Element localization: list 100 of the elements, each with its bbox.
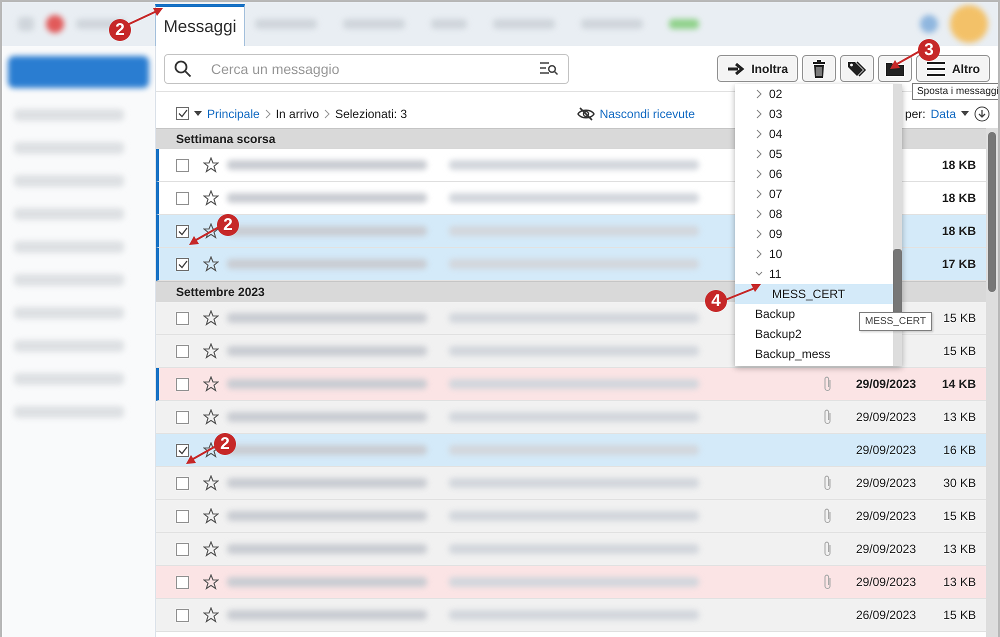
forward-button[interactable]: Inoltra bbox=[717, 55, 798, 82]
row-checkbox[interactable] bbox=[176, 258, 189, 270]
menu-icon bbox=[926, 62, 946, 76]
breadcrumb-text: In arrivo bbox=[276, 106, 320, 120]
folder-button[interactable] bbox=[878, 55, 912, 82]
row-checkbox[interactable] bbox=[176, 410, 189, 424]
row-checkbox[interactable] bbox=[176, 476, 189, 490]
star-icon[interactable] bbox=[203, 409, 219, 425]
folder-item[interactable]: Backup_mess bbox=[735, 344, 893, 364]
star-icon[interactable] bbox=[203, 223, 219, 239]
search-field[interactable]: Cerca un messaggio bbox=[164, 54, 569, 84]
chevron-icon[interactable] bbox=[755, 189, 763, 199]
folder-item[interactable]: 07 bbox=[735, 184, 893, 204]
trash-icon bbox=[812, 60, 826, 78]
folder-item[interactable]: MESS_CERT bbox=[735, 284, 893, 304]
folder-item[interactable]: 11 bbox=[735, 264, 893, 284]
caret-icon[interactable] bbox=[961, 111, 969, 116]
callout-badge: 2 bbox=[214, 433, 236, 455]
star-icon[interactable] bbox=[203, 607, 219, 623]
message-row[interactable]: 29/09/2023 13 KB bbox=[156, 401, 986, 434]
sort-label: per: bbox=[904, 106, 926, 120]
chevron-icon[interactable] bbox=[755, 129, 763, 139]
date-text: 26/09/2023 bbox=[854, 608, 916, 622]
message-row[interactable]: 29/09/2023 14 KB bbox=[156, 368, 986, 401]
message-row[interactable]: 29/09/2023 13 KB bbox=[156, 566, 986, 599]
tags-icon bbox=[847, 60, 867, 78]
chevron-icon[interactable] bbox=[755, 149, 763, 159]
date-text: 29/09/2023 bbox=[854, 410, 916, 424]
row-checkbox[interactable] bbox=[176, 192, 189, 204]
row-checkbox[interactable] bbox=[176, 378, 189, 390]
message-row[interactable]: 29/09/2023 13 KB bbox=[156, 533, 986, 566]
arrow-right-icon bbox=[727, 62, 746, 76]
chevron-icon[interactable] bbox=[755, 209, 763, 219]
star-icon[interactable] bbox=[203, 310, 219, 326]
size-text: 15 KB bbox=[942, 509, 976, 523]
row-checkbox[interactable] bbox=[176, 608, 189, 622]
breadcrumb-text: Selezionati: 3 bbox=[335, 106, 408, 120]
star-icon[interactable] bbox=[203, 256, 219, 272]
trash-button[interactable] bbox=[802, 55, 836, 82]
select-all-checkbox[interactable] bbox=[176, 107, 189, 120]
message-row[interactable]: 29/09/2023 15 KB bbox=[156, 500, 986, 533]
folder-item[interactable]: 03 bbox=[735, 104, 893, 124]
message-row[interactable]: 2 29/09/2023 16 KB bbox=[156, 434, 986, 467]
date-text: 29/09/2023 bbox=[854, 575, 916, 589]
star-icon[interactable] bbox=[203, 574, 219, 590]
breadcrumb-link[interactable]: Principale bbox=[207, 106, 260, 120]
tag-button[interactable] bbox=[840, 55, 874, 82]
star-icon[interactable] bbox=[203, 541, 219, 557]
size-text: 13 KB bbox=[942, 542, 976, 556]
blurred-menu-icon bbox=[18, 17, 34, 31]
messages-tab[interactable]: Messaggi bbox=[155, 4, 245, 46]
row-checkbox[interactable] bbox=[176, 444, 189, 456]
row-checkbox[interactable] bbox=[176, 158, 189, 172]
row-checkbox[interactable] bbox=[176, 576, 189, 588]
message-row[interactable]: 26/09/2023 15 KB bbox=[156, 599, 986, 632]
row-checkbox[interactable] bbox=[176, 312, 189, 324]
callout-badge: 2 bbox=[217, 214, 239, 236]
row-checkbox[interactable] bbox=[176, 224, 189, 238]
search-icon bbox=[174, 60, 192, 78]
blurred-badge bbox=[669, 19, 699, 29]
date-text: 29/09/2023 bbox=[854, 476, 916, 490]
chevron-icon[interactable] bbox=[755, 229, 763, 239]
size-text: 30 KB bbox=[942, 476, 976, 490]
star-icon[interactable] bbox=[203, 343, 219, 359]
chevron-icon[interactable] bbox=[755, 109, 763, 119]
caret-icon[interactable] bbox=[194, 111, 202, 116]
size-text: 15 KB bbox=[942, 344, 976, 358]
star-icon[interactable] bbox=[203, 508, 219, 524]
row-checkbox[interactable] bbox=[176, 510, 189, 522]
callout-badge: 2 bbox=[109, 19, 131, 41]
size-text: 14 KB bbox=[940, 377, 976, 391]
scrollbar[interactable] bbox=[986, 128, 998, 637]
star-icon[interactable] bbox=[203, 190, 219, 206]
folder-item[interactable]: 09 bbox=[735, 224, 893, 244]
size-text: 16 KB bbox=[942, 443, 976, 457]
hide-receipts-link[interactable]: Nascondi ricevute bbox=[600, 106, 695, 120]
sort-down-icon[interactable] bbox=[974, 106, 990, 122]
sort-field-link[interactable]: Data bbox=[930, 106, 956, 120]
menu-button[interactable]: Altro bbox=[916, 55, 990, 82]
star-icon[interactable] bbox=[203, 475, 219, 491]
chevron-icon[interactable] bbox=[755, 89, 763, 99]
size-text: 15 KB bbox=[942, 608, 976, 622]
star-icon[interactable] bbox=[203, 442, 219, 458]
chevron-icon[interactable] bbox=[755, 249, 763, 259]
date-text: 29/09/2023 bbox=[854, 377, 916, 391]
size-text: 18 KB bbox=[940, 191, 976, 205]
date-text: 29/09/2023 bbox=[854, 443, 916, 457]
avatar-circle bbox=[950, 5, 988, 43]
chevron-icon[interactable] bbox=[755, 169, 763, 179]
filter-search-icon[interactable] bbox=[539, 60, 559, 76]
chevron-icon bbox=[324, 108, 330, 118]
star-icon[interactable] bbox=[203, 376, 219, 392]
folder-item[interactable]: 02 bbox=[735, 84, 893, 104]
star-icon[interactable] bbox=[203, 157, 219, 173]
row-checkbox[interactable] bbox=[176, 344, 189, 358]
message-row[interactable]: 29/09/2023 30 KB bbox=[156, 467, 986, 500]
chevron-icon bbox=[264, 108, 271, 118]
size-text: 13 KB bbox=[942, 410, 976, 424]
row-checkbox[interactable] bbox=[176, 542, 189, 556]
folder-item[interactable]: 06 bbox=[735, 164, 893, 184]
